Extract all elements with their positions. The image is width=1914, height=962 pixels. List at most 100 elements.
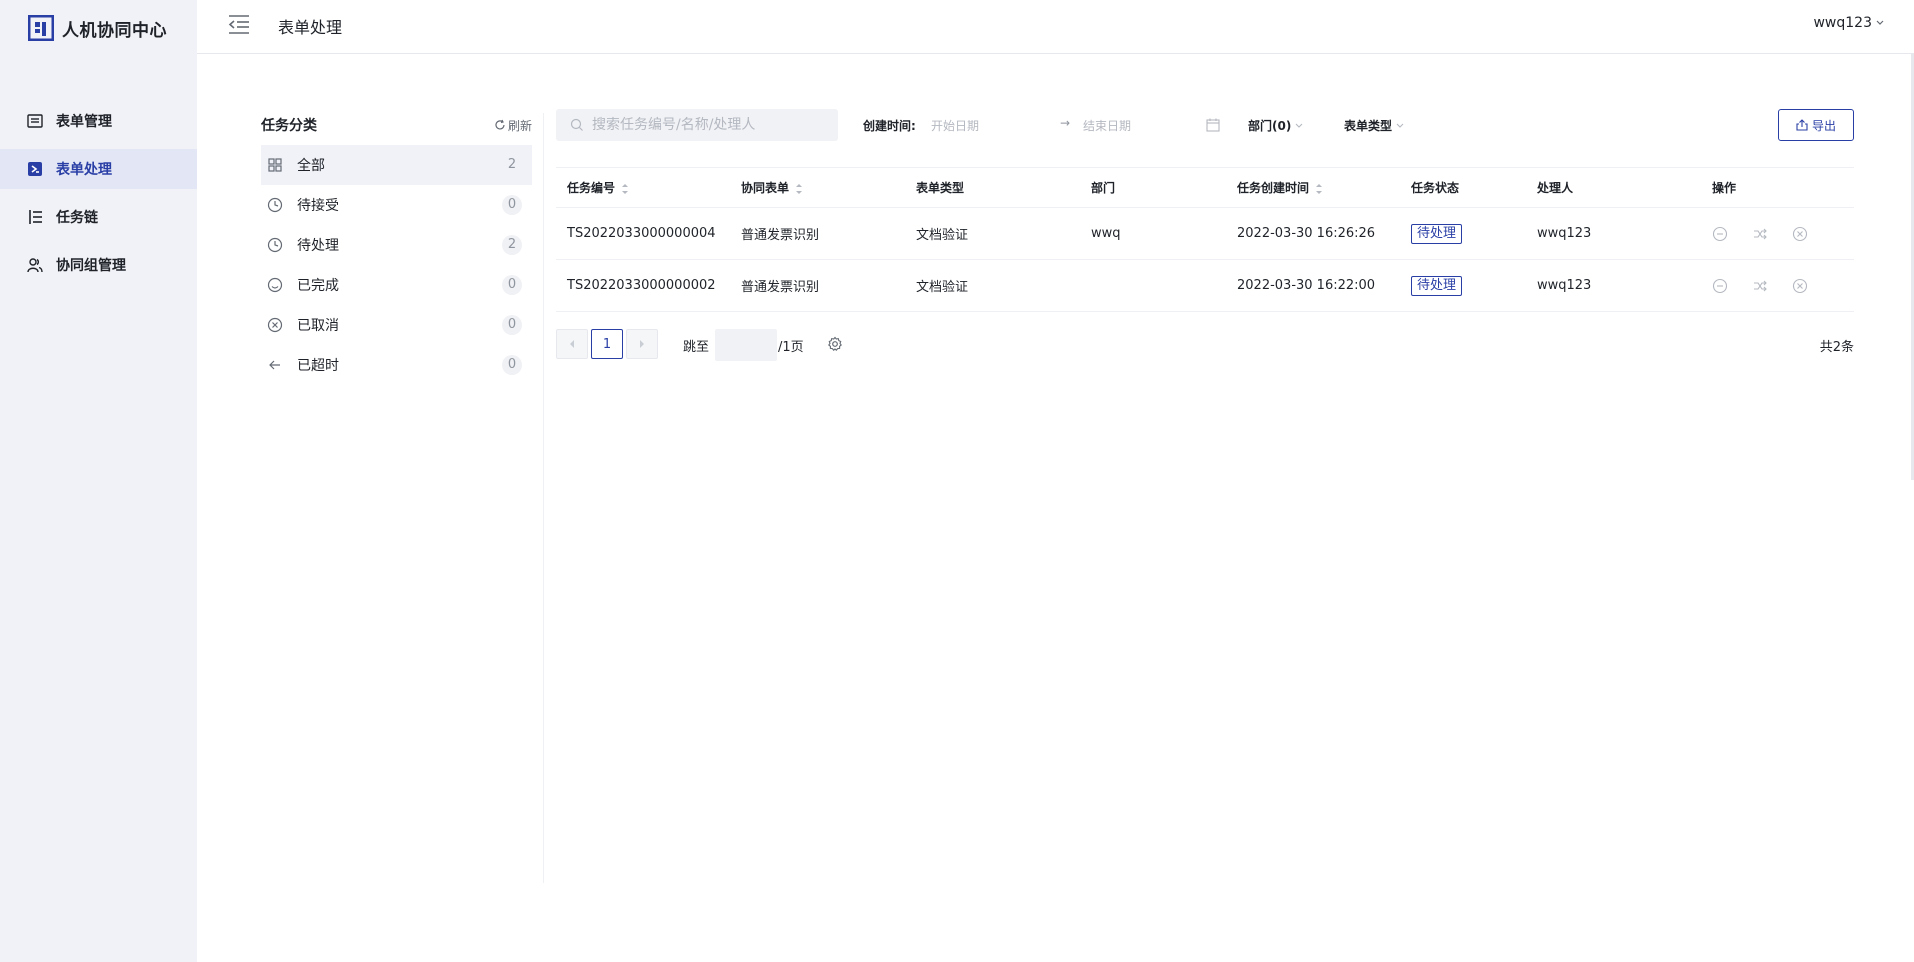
category-item-all[interactable]: 全部 2 xyxy=(261,145,532,185)
col-label: 任务编号 xyxy=(567,181,616,195)
sidebar-item-group-management[interactable]: 协同组管理 xyxy=(0,245,197,285)
date-range-arrow-icon: → xyxy=(1060,116,1071,130)
sidebar-item-task-chain[interactable]: 任务链 xyxy=(0,197,197,237)
jump-label: 跳至 xyxy=(683,340,710,355)
category-item-timeout[interactable]: 已超时 0 xyxy=(261,345,532,385)
cell-department: wwq xyxy=(1080,207,1226,260)
export-button[interactable]: 导出 xyxy=(1778,109,1854,141)
sidebar-item-form-processing[interactable]: 表单处理 xyxy=(0,149,197,189)
col-form-type: 表单类型 xyxy=(905,167,1080,208)
cell-operations xyxy=(1701,259,1854,312)
cell-status: 待处理 xyxy=(1400,259,1526,312)
cell-status: 待处理 xyxy=(1400,207,1526,260)
status-badge: 待处理 xyxy=(1411,275,1463,296)
search-box[interactable] xyxy=(556,109,838,141)
arrow-left-icon xyxy=(269,360,280,370)
transfer-icon[interactable] xyxy=(1752,226,1768,242)
reject-icon[interactable] xyxy=(1712,226,1728,242)
col-handler: 处理人 xyxy=(1526,167,1701,208)
category-count: 0 xyxy=(502,315,522,335)
task-category-panel: 任务分类 刷新 全部 2 待接受 0 待处理 2 已完成 0 已取消 0 已超时… xyxy=(261,113,532,385)
department-select-label: 部门(0) xyxy=(1248,119,1292,133)
col-created-time[interactable]: 任务创建时间 xyxy=(1226,167,1400,208)
col-label: 部门 xyxy=(1091,181,1116,195)
prev-page-button[interactable] xyxy=(556,329,588,359)
export-label: 导出 xyxy=(1811,118,1836,133)
start-date-input[interactable]: 开始日期 xyxy=(931,117,979,134)
calendar-icon[interactable] xyxy=(1205,117,1221,133)
category-item-pending-accept[interactable]: 待接受 0 xyxy=(261,185,532,225)
created-time-label: 创建时间: xyxy=(863,119,916,133)
category-item-cancelled[interactable]: 已取消 0 xyxy=(261,305,532,345)
search-icon xyxy=(570,118,583,131)
form-type-select[interactable]: 表单类型 xyxy=(1344,117,1404,134)
chevron-down-icon xyxy=(1876,20,1884,25)
col-label: 表单类型 xyxy=(916,181,965,195)
category-count: 2 xyxy=(507,157,517,172)
end-date-input[interactable]: 结束日期 xyxy=(1083,117,1131,134)
form-type-select-label: 表单类型 xyxy=(1344,119,1393,133)
status-badge: 待处理 xyxy=(1411,223,1463,244)
cell-form-type: 文档验证 xyxy=(905,259,1080,312)
category-label: 待处理 xyxy=(297,238,339,254)
category-header: 任务分类 刷新 xyxy=(261,113,532,137)
smile-icon xyxy=(267,277,283,293)
table-row[interactable]: TS2022033000000002 普通发票识别 文档验证 2022-03-3… xyxy=(556,259,1854,312)
category-count: 0 xyxy=(502,355,522,375)
category-item-pending-process[interactable]: 待处理 2 xyxy=(261,225,532,265)
col-operations: 操作 xyxy=(1701,167,1854,208)
cancel-circle-icon[interactable] xyxy=(1792,278,1808,294)
jump-page-input[interactable] xyxy=(715,329,777,361)
refresh-label: 刷新 xyxy=(507,118,532,133)
sidebar-item-form-management[interactable]: 表单管理 xyxy=(0,101,197,141)
refresh-icon xyxy=(495,119,505,130)
transfer-icon[interactable] xyxy=(1752,278,1768,294)
sidebar-nav: 表单管理 表单处理 任务链 协同组管理 xyxy=(0,101,197,293)
reject-icon[interactable] xyxy=(1712,278,1728,294)
category-item-completed[interactable]: 已完成 0 xyxy=(261,265,532,305)
col-label: 任务创建时间 xyxy=(1237,181,1310,195)
category-title: 任务分类 xyxy=(261,118,317,134)
refresh-button[interactable]: 刷新 xyxy=(494,117,532,134)
grid-icon xyxy=(268,158,282,172)
page-number-button[interactable]: 1 xyxy=(591,329,623,359)
sidebar-item-label: 表单处理 xyxy=(56,162,112,178)
category-label: 全部 xyxy=(297,158,325,174)
col-form[interactable]: 协同表单 xyxy=(730,167,905,208)
user-menu[interactable]: wwq123 xyxy=(1813,15,1884,31)
brand-logo-icon xyxy=(28,15,54,41)
category-label: 待接受 xyxy=(297,198,339,214)
menu-fold-icon[interactable] xyxy=(227,13,251,35)
cell-form: 普通发票识别 xyxy=(730,207,905,260)
category-label: 已超时 xyxy=(297,358,339,374)
search-input[interactable] xyxy=(590,116,824,134)
export-icon xyxy=(1796,119,1808,131)
department-select[interactable]: 部门(0) xyxy=(1248,117,1303,134)
category-count: 0 xyxy=(502,195,522,215)
cell-created-time: 2022-03-30 16:22:00 xyxy=(1226,259,1400,312)
top-header: 表单处理 wwq123 xyxy=(197,0,1914,54)
col-task-id[interactable]: 任务编号 xyxy=(556,167,730,208)
task-table: 任务编号 协同表单 表单类型 部门 任务创建时间 任务状态 处理人 操作 TS2… xyxy=(556,167,1854,312)
sidebar-item-label: 任务链 xyxy=(56,210,98,226)
sort-icon[interactable] xyxy=(621,182,629,196)
sort-icon[interactable] xyxy=(1315,182,1323,196)
col-label: 协同表单 xyxy=(741,181,790,195)
chevron-down-icon xyxy=(1396,123,1404,128)
form-process-icon xyxy=(28,162,42,176)
next-page-button[interactable] xyxy=(626,329,658,359)
pagination: 1 跳至 /1页 共2条 xyxy=(556,329,1854,361)
cancel-circle-icon[interactable] xyxy=(1792,226,1808,242)
cell-department xyxy=(1080,259,1226,312)
category-label: 已完成 xyxy=(297,278,339,294)
sidebar-item-label: 协同组管理 xyxy=(56,258,126,274)
gear-icon[interactable] xyxy=(827,336,843,352)
caret-right-icon xyxy=(640,340,644,348)
sort-icon[interactable] xyxy=(795,182,803,196)
sidebar: 人机协同中心 表单管理 表单处理 任务链 协同组管理 xyxy=(0,0,197,962)
brand[interactable]: 人机协同中心 xyxy=(28,14,167,42)
form-list-icon xyxy=(27,114,43,128)
table-row[interactable]: TS2022033000000004 普通发票识别 文档验证 wwq 2022-… xyxy=(556,207,1854,260)
col-label: 操作 xyxy=(1712,181,1737,195)
category-label: 已取消 xyxy=(297,318,339,334)
